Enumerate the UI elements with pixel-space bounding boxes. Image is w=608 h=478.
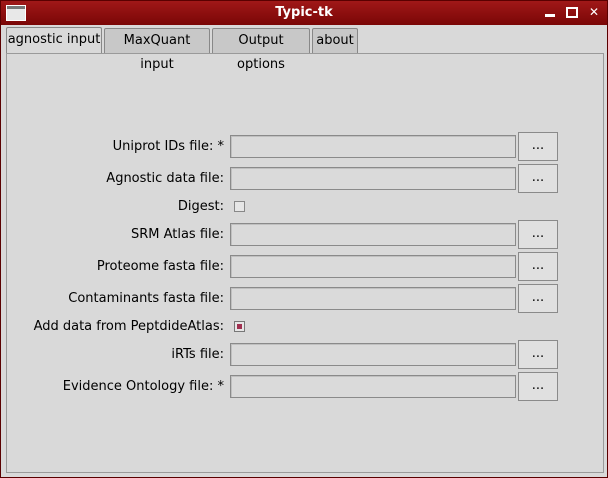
digest-checkbox[interactable] <box>234 201 245 212</box>
title-bar[interactable]: Typic-tk ✕ <box>1 1 607 25</box>
peptideatlas-checkbox[interactable] <box>234 321 245 332</box>
proteome-fasta-browse-button[interactable]: ... <box>518 252 558 281</box>
close-icon[interactable]: ✕ <box>585 4 603 21</box>
maximize-icon[interactable] <box>563 4 581 21</box>
uniprot-ids-field[interactable] <box>230 135 516 158</box>
irts-label: iRTs file: <box>171 347 224 362</box>
irts-field[interactable] <box>230 343 516 366</box>
window-title: Typic-tk <box>275 5 333 20</box>
evidence-ontology-field[interactable] <box>230 375 516 398</box>
tab-agnostic-input[interactable]: agnostic input <box>6 27 102 54</box>
srm-atlas-label: SRM Atlas file: <box>130 227 224 242</box>
contaminants-fasta-field[interactable] <box>230 287 516 310</box>
srm-atlas-browse-button[interactable]: ... <box>518 220 558 249</box>
evidence-ontology-browse-button[interactable]: ... <box>518 372 558 401</box>
digest-label: Digest: <box>177 199 224 214</box>
agnostic-data-field[interactable] <box>230 167 516 190</box>
proteome-fasta-field[interactable] <box>230 255 516 278</box>
peptideatlas-label: Add data from PeptdideAtlas: <box>33 319 224 334</box>
evidence-ontology-label: Evidence Ontology file: * <box>62 379 224 394</box>
tab-output-options[interactable]: Output options <box>212 28 310 72</box>
app-window: Typic-tk ✕ agnostic input MaxQuant input… <box>0 0 608 478</box>
tab-about[interactable]: about <box>312 28 358 53</box>
minimize-icon[interactable] <box>541 4 559 21</box>
agnostic-data-browse-button[interactable]: ... <box>518 164 558 193</box>
agnostic-data-label: Agnostic data file: <box>106 171 224 186</box>
uniprot-ids-browse-button[interactable]: ... <box>518 132 558 161</box>
tab-maxquant-input[interactable]: MaxQuant input <box>104 28 210 72</box>
proteome-fasta-label: Proteome fasta file: <box>96 259 224 274</box>
srm-atlas-field[interactable] <box>230 223 516 246</box>
contaminants-fasta-label: Contaminants fasta file: <box>68 291 224 306</box>
irts-browse-button[interactable]: ... <box>518 340 558 369</box>
contaminants-fasta-browse-button[interactable]: ... <box>518 284 558 313</box>
uniprot-ids-label: Uniprot IDs file: * <box>112 139 224 154</box>
